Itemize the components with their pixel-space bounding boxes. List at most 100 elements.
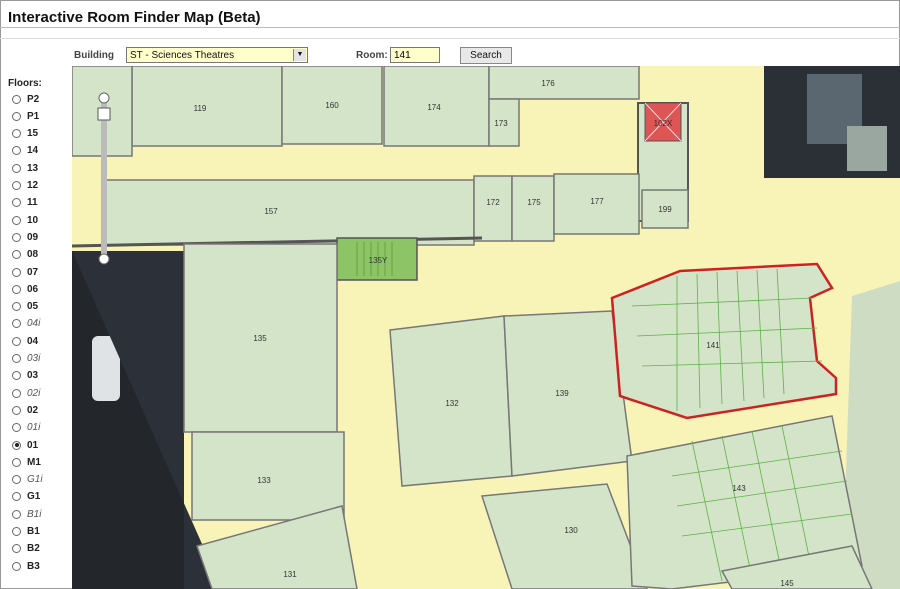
radio-icon[interactable] bbox=[12, 111, 21, 121]
room-141-highlight[interactable] bbox=[610, 262, 838, 420]
floor-option-09[interactable]: 09 bbox=[12, 230, 38, 244]
radio-icon[interactable] bbox=[12, 509, 21, 519]
floor-option-b3[interactable]: B3 bbox=[12, 559, 40, 573]
room-176[interactable] bbox=[488, 66, 640, 100]
zoom-in-icon[interactable] bbox=[98, 92, 110, 104]
floor-option-g1[interactable]: G1 bbox=[12, 490, 40, 504]
chevron-down-icon[interactable]: ▼ bbox=[293, 49, 306, 61]
radio-icon[interactable] bbox=[12, 371, 21, 381]
room-119[interactable] bbox=[131, 66, 283, 147]
radio-icon[interactable] bbox=[12, 302, 21, 312]
radio-icon[interactable] bbox=[12, 129, 21, 139]
floor-option-b1i[interactable]: B1i bbox=[12, 507, 41, 521]
building-select-value: ST - Sciences Theatres bbox=[130, 50, 235, 61]
radio-icon[interactable] bbox=[12, 354, 21, 363]
zoom-slider-handle[interactable] bbox=[97, 107, 111, 121]
floor-option-label: 11 bbox=[27, 197, 38, 209]
label-130: 130 bbox=[564, 526, 578, 535]
floor-option-label: B2 bbox=[27, 543, 40, 555]
radio-icon[interactable] bbox=[12, 146, 21, 156]
floor-option-03i[interactable]: 03i bbox=[12, 352, 40, 366]
floor-map[interactable]: 119 160 174 176 173 102X 157 172 175 177… bbox=[72, 66, 900, 589]
radio-icon[interactable] bbox=[12, 319, 21, 329]
building-select[interactable]: ST - Sciences Theatres ▼ bbox=[126, 47, 308, 63]
search-button[interactable]: Search bbox=[460, 47, 512, 64]
toolbar-divider bbox=[0, 38, 900, 39]
radio-icon[interactable] bbox=[12, 232, 21, 242]
floor-option-label: B3 bbox=[27, 560, 40, 572]
radio-icon[interactable] bbox=[12, 440, 21, 450]
radio-icon[interactable] bbox=[12, 215, 21, 225]
title-divider bbox=[0, 27, 900, 28]
floor-option-label: 15 bbox=[27, 128, 39, 140]
label-157: 157 bbox=[264, 207, 278, 216]
floor-option-07[interactable]: 07 bbox=[12, 265, 38, 279]
floor-option-11[interactable]: 11 bbox=[12, 196, 38, 210]
floor-option-03[interactable]: 03 bbox=[12, 369, 38, 383]
floor-option-label: P2 bbox=[27, 93, 40, 105]
page-title: Interactive Room Finder Map (Beta) bbox=[8, 9, 261, 26]
radio-icon[interactable] bbox=[12, 492, 21, 502]
floor-option-p2[interactable]: P2 bbox=[12, 92, 39, 106]
room-172[interactable] bbox=[473, 175, 513, 242]
floor-option-13[interactable]: 13 bbox=[12, 161, 38, 175]
floor-option-15[interactable]: 15 bbox=[12, 127, 38, 141]
label-141: 141 bbox=[706, 341, 720, 350]
radio-icon[interactable] bbox=[12, 527, 21, 536]
floor-option-label: 08 bbox=[27, 249, 39, 261]
radio-icon[interactable] bbox=[12, 405, 21, 415]
floor-option-02[interactable]: 02 bbox=[12, 403, 38, 417]
zoom-out-icon[interactable] bbox=[98, 253, 110, 265]
floor-option-14[interactable]: 14 bbox=[12, 144, 38, 158]
label-176: 176 bbox=[541, 79, 555, 88]
radio-icon[interactable] bbox=[12, 388, 21, 398]
floor-option-g1i[interactable]: G1i bbox=[12, 473, 43, 487]
floor-option-m1[interactable]: M1 bbox=[12, 455, 41, 469]
floor-option-12[interactable]: 12 bbox=[12, 179, 38, 193]
radio-icon[interactable] bbox=[12, 561, 21, 571]
floor-option-04[interactable]: 04 bbox=[12, 334, 38, 348]
floor-option-02i[interactable]: 02i bbox=[12, 386, 40, 400]
radio-icon[interactable] bbox=[12, 94, 21, 104]
label-173: 173 bbox=[494, 119, 508, 128]
radio-icon[interactable] bbox=[12, 267, 21, 277]
radio-icon[interactable] bbox=[12, 336, 21, 346]
floor-option-08[interactable]: 08 bbox=[12, 248, 38, 262]
room-157[interactable] bbox=[101, 179, 475, 246]
floor-option-04i[interactable]: 04i bbox=[12, 317, 40, 331]
floor-option-06[interactable]: 06 bbox=[12, 282, 38, 296]
floor-option-01[interactable]: 01 bbox=[12, 438, 38, 452]
floor-option-label: 05 bbox=[27, 301, 39, 313]
radio-icon[interactable] bbox=[12, 475, 21, 485]
floor-option-label: 02i bbox=[27, 387, 41, 399]
floor-option-10[interactable]: 10 bbox=[12, 213, 38, 227]
radio-icon[interactable] bbox=[12, 181, 21, 190]
room-input[interactable] bbox=[390, 47, 440, 63]
label-102x: 102X bbox=[654, 119, 673, 128]
radio-icon[interactable] bbox=[12, 198, 21, 208]
room-175[interactable] bbox=[511, 175, 555, 242]
floor-option-label: 03i bbox=[27, 353, 41, 364]
floor-option-label: 07 bbox=[27, 266, 39, 278]
floor-option-p1[interactable]: P1 bbox=[12, 109, 39, 123]
radio-icon[interactable] bbox=[12, 544, 21, 554]
floor-option-label: 04i bbox=[27, 318, 41, 330]
floor-option-label: 12 bbox=[27, 180, 39, 191]
radio-icon[interactable] bbox=[12, 250, 21, 260]
floor-option-label: 01 bbox=[27, 439, 39, 451]
radio-icon[interactable] bbox=[12, 457, 21, 467]
label-132: 132 bbox=[445, 399, 459, 408]
radio-icon[interactable] bbox=[12, 163, 21, 173]
label-199: 199 bbox=[658, 205, 672, 214]
label-119: 119 bbox=[194, 104, 207, 113]
floor-option-label: B1 bbox=[27, 526, 40, 537]
floor-option-05[interactable]: 05 bbox=[12, 300, 38, 314]
floors-label: Floors: bbox=[8, 78, 42, 89]
radio-icon[interactable] bbox=[12, 284, 21, 294]
floor-option-01i[interactable]: 01i bbox=[12, 421, 40, 435]
floor-option-b2[interactable]: B2 bbox=[12, 542, 40, 556]
radio-icon[interactable] bbox=[12, 423, 21, 433]
floor-option-b1[interactable]: B1 bbox=[12, 525, 40, 539]
floor-option-label: 01i bbox=[27, 422, 41, 434]
label-145: 145 bbox=[780, 579, 794, 588]
